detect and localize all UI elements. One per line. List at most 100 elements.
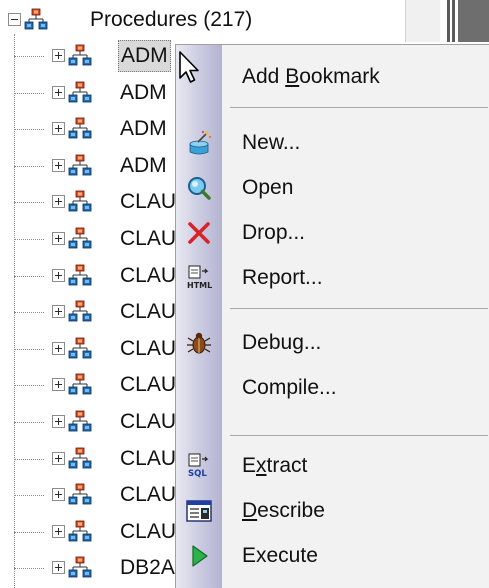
procedure-icon (68, 337, 92, 359)
expand-toggle-icon[interactable] (52, 159, 65, 172)
tree-node-label: CLAU (120, 264, 177, 287)
expand-toggle-icon[interactable] (52, 49, 65, 62)
tree-connector-branch (14, 129, 44, 130)
expand-toggle-icon[interactable] (52, 561, 65, 574)
expand-toggle-icon[interactable] (52, 269, 65, 282)
menu-separator (230, 308, 488, 309)
expand-toggle-icon[interactable] (52, 232, 65, 245)
procedure-icon (68, 483, 92, 505)
tree-connector-branch (14, 495, 44, 496)
procedure-icon (68, 556, 92, 578)
scrollbar-track[interactable] (405, 0, 440, 42)
menu-item-report[interactable]: HTML Report... (176, 256, 488, 300)
expand-toggle-icon[interactable] (52, 525, 65, 538)
collapse-toggle-icon[interactable] (8, 13, 21, 26)
menu-item-label: Extract (242, 454, 308, 477)
tree-connector-branch (14, 312, 44, 313)
menu-item-label: Execute (242, 544, 318, 567)
tree-node-label: CLAU (120, 483, 177, 506)
procedure-icon (68, 154, 92, 176)
procedure-icon (68, 117, 92, 139)
menu-item-compile[interactable]: Compile... (176, 366, 488, 410)
menu-separator (230, 435, 488, 436)
procedure-icon (68, 190, 92, 212)
tree-node-label: DB2A (120, 556, 175, 579)
procedure-icon (68, 520, 92, 542)
tree-node-label: CLAU (120, 300, 177, 323)
menu-item-label: Open (242, 176, 294, 199)
tree-connector-branch (14, 93, 44, 94)
procedure-icon (68, 264, 92, 286)
sql-extract-icon: SQL (188, 453, 209, 479)
open-magnifier-icon (188, 177, 211, 200)
expand-toggle-icon[interactable] (52, 342, 65, 355)
splitter-bar-secondary[interactable] (452, 0, 455, 42)
tree-node-procedures[interactable]: Procedures (217) (0, 2, 405, 38)
tree-node-label: CLAU (120, 520, 177, 543)
execute-play-icon (192, 545, 208, 567)
expand-toggle-icon[interactable] (52, 452, 65, 465)
procedure-icon (68, 410, 92, 432)
extract-icon-text: SQL (188, 469, 207, 479)
menu-item-label: Add Bookmark (242, 65, 380, 88)
context-menu: Add Bookmark New... Open Drop... HTML Re… (175, 44, 489, 588)
splitter-bar[interactable] (447, 0, 450, 42)
expand-toggle-icon[interactable] (52, 195, 65, 208)
drop-x-icon (188, 222, 210, 244)
procedure-icon (68, 44, 92, 66)
menu-item-extract[interactable]: SQL Extract (176, 444, 488, 488)
describe-icon (186, 500, 212, 522)
tree-node-label: ADM (120, 117, 167, 140)
tree-node-label: ADM (120, 154, 167, 177)
menu-item-label: New... (242, 131, 301, 154)
menu-item-open[interactable]: Open (176, 166, 488, 210)
tree-node-label: Procedures (217) (90, 8, 253, 31)
menu-separator (230, 107, 488, 108)
expand-toggle-icon[interactable] (52, 415, 65, 428)
expand-toggle-icon[interactable] (52, 488, 65, 501)
tree-node-label: CLAU (120, 410, 177, 433)
tree-node-label: ADM (118, 40, 171, 72)
procedure-icon (68, 373, 92, 395)
procedure-icon (68, 300, 92, 322)
procedure-icon (68, 227, 92, 249)
menu-item-describe[interactable]: Describe (176, 489, 488, 533)
debug-bug-icon (187, 332, 211, 354)
screen: Procedures (217) ADM ADM ADM ADM CLAU CLAU CLA… (0, 0, 489, 588)
menu-item-drop[interactable]: Drop... (176, 211, 488, 255)
menu-item-new[interactable]: New... (176, 121, 488, 165)
tree-connector-branch (14, 532, 44, 533)
tree-node-label: CLAU (120, 373, 177, 396)
tree-connector-branch (14, 239, 44, 240)
adjacent-panel (458, 0, 489, 42)
procedure-icon (68, 447, 92, 469)
expand-toggle-icon[interactable] (52, 122, 65, 135)
menu-item-debug[interactable]: Debug... (176, 321, 488, 365)
menu-item-label: Describe (242, 499, 325, 522)
tree-connector-branch (14, 202, 44, 203)
menu-item-label: Debug... (242, 331, 322, 354)
menu-item-label: Report... (242, 266, 323, 289)
menu-item-execute[interactable]: Execute (176, 534, 488, 578)
menu-item-label: Drop... (242, 221, 306, 244)
expand-toggle-icon[interactable] (52, 86, 65, 99)
tree-connector-branch (14, 568, 44, 569)
menu-item-add-bookmark[interactable]: Add Bookmark (176, 55, 488, 99)
tree-connector-branch (14, 56, 44, 57)
tree-connector-branch (14, 276, 44, 277)
tree-node-label: CLAU (120, 227, 177, 250)
tree-connector-branch (14, 422, 44, 423)
expand-toggle-icon[interactable] (52, 378, 65, 391)
tree-node-label: CLAU (120, 190, 177, 213)
tree-connector-branch (14, 459, 44, 460)
tree-connector-line (14, 34, 15, 588)
tree-node-label: ADM (120, 81, 167, 104)
expand-toggle-icon[interactable] (52, 305, 65, 318)
html-report-icon: HTML (187, 265, 212, 290)
menu-item-label: Compile... (242, 376, 337, 399)
tree-connector-branch (14, 349, 44, 350)
tree-connector-branch (14, 166, 44, 167)
procedure-icon (68, 81, 92, 103)
procedure-folder-icon (24, 8, 48, 30)
report-icon-text: HTML (187, 281, 212, 290)
